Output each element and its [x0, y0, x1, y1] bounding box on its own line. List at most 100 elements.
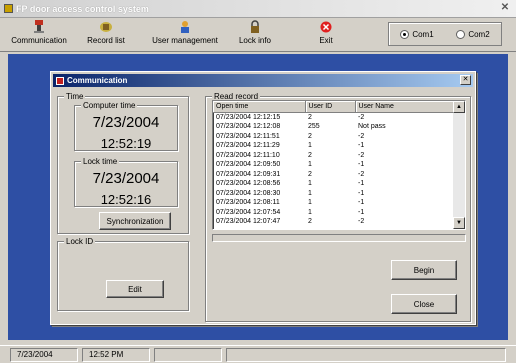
record-list-icon [99, 20, 113, 34]
exit-icon [319, 20, 333, 34]
computer-date-value: 7/23/2004 [92, 114, 160, 131]
lock-info-icon [248, 20, 262, 34]
record-user-id: 1 [308, 142, 312, 149]
status-bar: 7/23/2004 12:52 PM [0, 345, 516, 363]
record-row[interactable]: 07/23/2004 12:07:47 2 -2 [213, 217, 453, 227]
synchronization-button[interactable]: Synchronization [99, 212, 171, 230]
lock-time-value: 12:52:16 [100, 192, 152, 207]
record-open-time: 07/23/2004 12:07:47 [216, 218, 281, 225]
record-user-id: 1 [308, 189, 312, 197]
record-open-time: 07/23/2004 12:08:30 [216, 189, 281, 197]
record-user-name: -2 [358, 218, 365, 225]
scroll-up-arrow-icon[interactable]: ▲ [453, 101, 465, 113]
record-row[interactable]: 07/23/2004 12:11:51 2 -2 [213, 132, 453, 142]
record-user-id: 255 [308, 123, 320, 130]
main-close-button[interactable]: ✕ [498, 1, 512, 15]
record-user-name: -1 [358, 142, 365, 149]
record-row[interactable]: 07/23/2004 12:09:50 1 -1 [213, 160, 453, 170]
record-user-id: 2 [308, 113, 312, 121]
user-management-icon [178, 20, 192, 34]
record-user-id: 2 [308, 132, 312, 140]
com2-radio[interactable]: Com2 [456, 29, 490, 39]
record-user-name: -2 [358, 113, 365, 121]
record-user-name: -1 [358, 161, 365, 168]
record-user-name: -2 [358, 151, 365, 159]
com-port-group: Com1 Com2 [388, 22, 502, 46]
record-row[interactable]: 07/23/2004 12:08:30 1 -1 [213, 189, 453, 199]
record-open-time: 07/23/2004 12:07:54 [216, 208, 281, 216]
record-user-id: 1 [308, 180, 312, 187]
computer-time-label: Computer time [81, 101, 138, 110]
record-open-time: 07/23/2004 12:11:10 [216, 151, 280, 159]
computer-time-value: 12:52:19 [100, 136, 152, 151]
record-row[interactable]: 07/23/2004 12:11:29 1 -1 [213, 141, 453, 151]
records-table[interactable]: Open time User ID User Name 07/23/2004 1… [212, 100, 466, 230]
lock-date-value: 7/23/2004 [92, 170, 160, 187]
com1-radio[interactable]: Com1 [400, 29, 434, 39]
record-open-time: 07/23/2004 12:12:15 [216, 113, 281, 121]
record-user-id: 2 [308, 170, 312, 178]
read-progress-bar [212, 234, 466, 242]
record-row[interactable]: 07/23/2004 12:08:56 1 -1 [213, 179, 453, 189]
toolbar-lock-info-button[interactable]: Lock info [236, 20, 274, 50]
column-header-open-time[interactable]: Open time [213, 101, 306, 113]
status-time: 12:52 PM [82, 348, 150, 362]
record-row[interactable]: 07/23/2004 12:12:15 2 -2 [213, 112, 453, 122]
main-title-bar: FP door access control system ✕ [0, 0, 516, 18]
record-open-time: 07/23/2004 12:12:08 [216, 123, 281, 130]
app-window: FP door access control system ✕ Communic… [0, 0, 516, 363]
record-user-name: -1 [358, 189, 365, 197]
app-icon [4, 4, 13, 13]
record-user-id: 1 [308, 161, 312, 168]
record-open-time: 07/23/2004 12:11:51 [216, 132, 280, 140]
record-user-name: -1 [358, 180, 365, 187]
toolbar-communication-button[interactable]: Communication [6, 20, 72, 50]
record-row[interactable]: 07/23/2004 12:07:54 1 -1 [213, 208, 453, 218]
toolbar-user-management-button[interactable]: User management [149, 20, 221, 50]
record-user-id: 1 [308, 208, 312, 216]
record-user-name: -2 [358, 170, 365, 178]
records-scrollbar[interactable]: ▲ ▼ [453, 101, 465, 229]
column-header-user-id[interactable]: User ID [305, 101, 356, 113]
record-open-time: 07/23/2004 12:09:31 [216, 170, 281, 178]
com2-radio-dot [456, 29, 466, 39]
record-open-time: 07/23/2004 12:09:50 [216, 161, 281, 168]
lock-time-label: Lock time [81, 157, 120, 166]
com2-label: Com2 [468, 29, 490, 39]
column-header-user-name[interactable]: User Name [355, 101, 454, 113]
record-open-time: 07/23/2004 12:11:29 [216, 142, 280, 149]
dialog-close-button[interactable]: ✕ [460, 75, 471, 85]
status-empty-wide-cell [226, 348, 506, 362]
record-user-name: -1 [358, 199, 365, 206]
toolbar: Communication Record list User managemen… [0, 18, 516, 52]
record-user-name: Not pass [358, 123, 386, 130]
begin-button[interactable]: Begin [391, 260, 457, 280]
dialog-title: Communication [67, 76, 128, 85]
record-open-time: 07/23/2004 12:08:56 [216, 180, 281, 187]
record-user-id: 2 [308, 151, 312, 159]
lock-id-group: Lock ID Edit [57, 237, 189, 311]
record-row[interactable]: 07/23/2004 12:11:10 2 -2 [213, 151, 453, 161]
records-header-row: Open time User ID User Name [213, 101, 454, 113]
toolbar-record-list-button[interactable]: Record list [80, 20, 132, 50]
communication-icon [32, 20, 46, 34]
record-row[interactable]: 07/23/2004 12:12:08 255 Not pass [213, 122, 453, 132]
status-date: 7/23/2004 [10, 348, 78, 362]
time-group-label: Time [64, 92, 86, 101]
record-user-id: 2 [308, 218, 312, 225]
dialog-icon [56, 76, 64, 85]
record-row[interactable]: 07/23/2004 12:09:31 2 -2 [213, 170, 453, 180]
record-row[interactable]: 07/23/2004 12:08:11 1 -1 [213, 198, 453, 208]
toolbar-exit-button[interactable]: Exit [313, 20, 339, 50]
com1-radio-dot [400, 29, 410, 39]
window-title: FP door access control system [16, 3, 149, 14]
record-user-id: 1 [308, 199, 312, 206]
time-group: Time Computer time 7/23/2004 12:52:19 Lo… [57, 92, 189, 234]
edit-button[interactable]: Edit [106, 280, 164, 298]
communication-dialog: Communication ✕ Time Computer time 7/23/… [50, 71, 476, 325]
status-empty-cell [154, 348, 222, 362]
computer-time-box: Computer time 7/23/2004 12:52:19 [74, 101, 178, 151]
com1-label: Com1 [412, 29, 434, 39]
scroll-down-arrow-icon[interactable]: ▼ [453, 217, 465, 229]
close-button[interactable]: Close [391, 294, 457, 314]
